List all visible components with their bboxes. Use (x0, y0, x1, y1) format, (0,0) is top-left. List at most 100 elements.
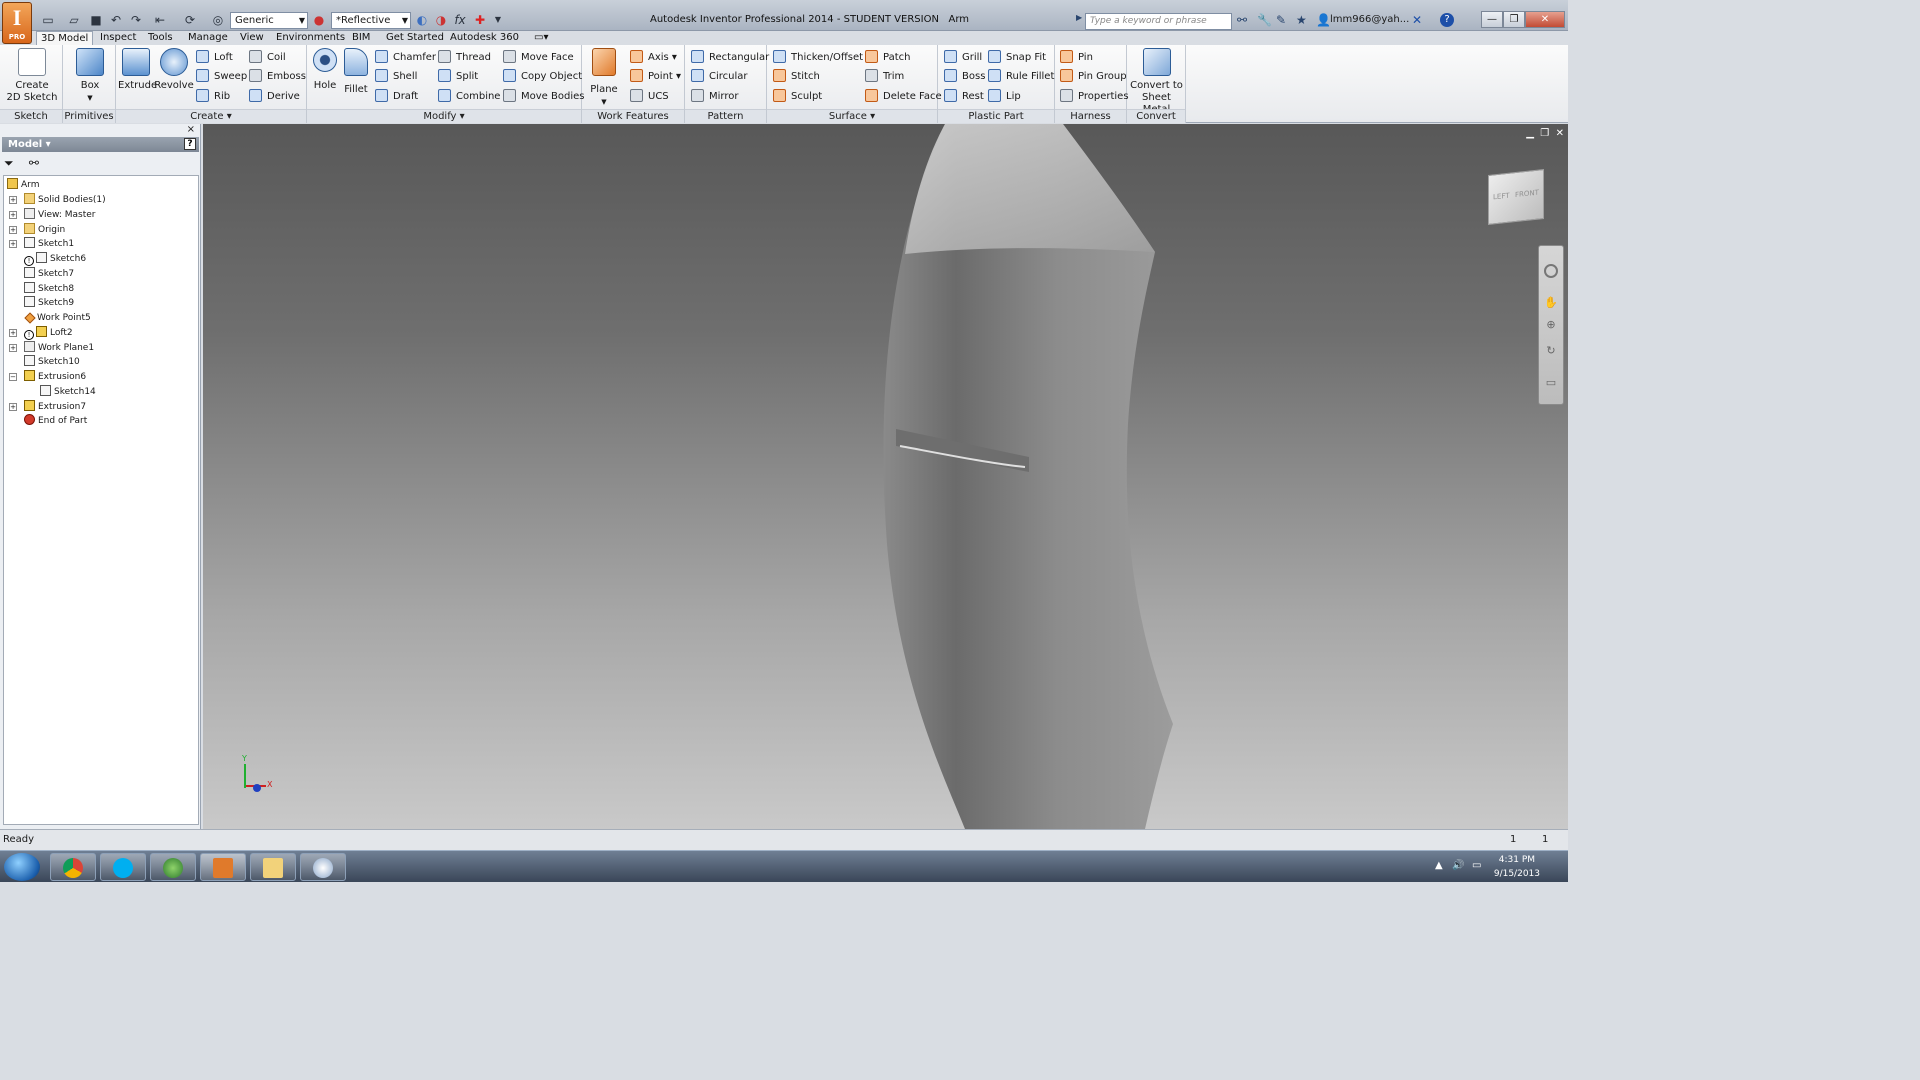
update-icon[interactable]: ⟳ (182, 12, 198, 28)
lip-button[interactable]: Lip (988, 88, 1021, 105)
user-icon[interactable]: 👤 (1316, 13, 1331, 27)
network-icon[interactable]: ▭ (1472, 860, 1481, 871)
filter-icon[interactable]: ⏷ (4, 156, 14, 170)
tab-bim[interactable]: BIM (348, 31, 374, 45)
panel-title-surface[interactable]: Surface ▾ (767, 109, 937, 123)
orbit-icon[interactable]: ↻ (1544, 344, 1558, 358)
tray-expand-icon[interactable]: ▲ (1435, 860, 1443, 871)
tree-node-sketch8[interactable]: Sketch8 (24, 282, 74, 296)
emboss-button[interactable]: Emboss (249, 68, 306, 85)
expand-icon[interactable]: + (9, 329, 17, 337)
taskbar-chrome[interactable] (50, 853, 96, 881)
tree-node-sketch6[interactable]: ! Sketch6 (24, 252, 86, 266)
taskbar-explorer[interactable] (250, 853, 296, 881)
taskbar-inventor[interactable] (200, 853, 246, 881)
rule-fillet-button[interactable]: Rule Fillet (988, 68, 1054, 85)
appearance-combo[interactable]: *Reflective ▼ (331, 12, 411, 29)
expand-search-icon[interactable]: ▶ (1076, 13, 1082, 22)
create-2d-sketch-button[interactable]: Create 2D Sketch (6, 48, 58, 104)
sculpt-button[interactable]: Sculpt (773, 88, 822, 105)
new-file-icon[interactable]: ▭ (40, 12, 56, 28)
return-icon[interactable]: ⇤ (152, 12, 168, 28)
restore-button[interactable]: ❐ (1503, 11, 1525, 28)
tab-manage[interactable]: Manage (184, 31, 232, 45)
plane-button[interactable]: Plane ▼ (588, 48, 620, 108)
panel-title-modify[interactable]: Modify ▾ (307, 109, 581, 123)
loft-button[interactable]: Loft (196, 49, 233, 66)
thread-button[interactable]: Thread (438, 49, 491, 66)
circular-pattern-button[interactable]: Circular (691, 68, 748, 85)
graphics-viewport[interactable]: ▁ ❐ ✕ LEFT FRONT ✋ ⊕ ↻ ▭ Y X (203, 124, 1568, 829)
adjust-icon[interactable]: ◐ (414, 12, 430, 28)
shell-button[interactable]: Shell (375, 68, 417, 85)
point-button[interactable]: Point ▾ (630, 68, 681, 85)
zoom-icon[interactable]: ⊕ (1544, 318, 1558, 332)
subscription-icon[interactable]: 🔧 (1257, 13, 1272, 27)
chamfer-button[interactable]: Chamfer (375, 49, 436, 66)
fillet-button[interactable]: Fillet (341, 48, 371, 96)
tree-node-end-of-part[interactable]: End of Part (24, 414, 87, 428)
tab-view[interactable]: View (236, 31, 268, 45)
move-face-button[interactable]: Move Face (503, 49, 574, 66)
convert-to-sheet-metal-button[interactable]: Convert to Sheet Metal (1129, 48, 1184, 116)
ucs-button[interactable]: UCS (630, 88, 669, 105)
boss-button[interactable]: Boss (944, 68, 985, 85)
rectangular-pattern-button[interactable]: Rectangular (691, 49, 769, 66)
user-account[interactable]: lmm966@yah... (1330, 14, 1409, 25)
favorites-star-icon[interactable]: ★ (1296, 13, 1307, 27)
taskbar-skype[interactable] (100, 853, 146, 881)
viewcube-front-face[interactable]: FRONT (1515, 189, 1539, 200)
model-canvas[interactable] (203, 124, 1568, 829)
taskbar-paint[interactable] (300, 853, 346, 881)
hole-button[interactable]: Hole (310, 48, 340, 92)
thicken-offset-button[interactable]: Thicken/Offset (773, 49, 863, 66)
stitch-button[interactable]: Stitch (773, 68, 820, 85)
measure-icon[interactable]: ✚ (472, 12, 488, 28)
color-ball-icon[interactable]: ● (311, 12, 327, 28)
steering-wheel-icon[interactable] (1544, 264, 1558, 278)
expand-icon[interactable]: + (9, 344, 17, 352)
snap-fit-button[interactable]: Snap Fit (988, 49, 1046, 66)
tree-node-arm[interactable]: Arm (7, 178, 39, 192)
save-icon[interactable]: ■ (88, 12, 104, 28)
derive-button[interactable]: Derive (249, 88, 300, 105)
tab-get-started[interactable]: Get Started (382, 31, 448, 45)
exchange-icon[interactable]: ✕ (1412, 13, 1422, 27)
viewcube[interactable]: LEFT FRONT (1488, 169, 1544, 225)
browser-close-icon[interactable]: × (187, 124, 195, 135)
application-menu-button[interactable]: I PRO (2, 2, 32, 44)
grill-button[interactable]: Grill (944, 49, 982, 66)
find-binoculars-icon[interactable]: ⚯ (29, 156, 39, 170)
system-clock[interactable]: 4:31 PM 9/15/2013 (1494, 853, 1540, 881)
binoculars-icon[interactable]: ⚯ (1237, 13, 1247, 27)
expand-icon[interactable]: + (9, 240, 17, 248)
taskbar-app3[interactable] (150, 853, 196, 881)
viewcube-left-face[interactable]: LEFT (1493, 192, 1510, 202)
pan-hand-icon[interactable]: ✋ (1544, 296, 1558, 310)
open-icon[interactable]: ▱ (66, 12, 82, 28)
tree-node-origin[interactable]: + Origin (9, 223, 65, 237)
box-button[interactable]: Box ▼ (73, 48, 107, 104)
browser-help-icon[interactable]: ? (184, 138, 196, 150)
parameters-icon[interactable]: fx (452, 12, 468, 28)
tree-node-sketch9[interactable]: Sketch9 (24, 296, 74, 310)
trim-button[interactable]: Trim (865, 68, 904, 85)
clear-appearance-icon[interactable]: ◑ (433, 12, 449, 28)
rest-button[interactable]: Rest (944, 88, 984, 105)
close-button[interactable]: ✕ (1525, 11, 1565, 28)
patch-button[interactable]: Patch (865, 49, 910, 66)
browser-header[interactable]: Model ▾ ? (2, 137, 199, 152)
communication-icon[interactable]: ✎ (1276, 13, 1286, 27)
customize-qat-icon[interactable]: ▼ (490, 12, 506, 28)
look-at-icon[interactable]: ▭ (1544, 376, 1558, 390)
expand-icon[interactable]: + (9, 211, 17, 219)
start-button[interactable] (4, 853, 40, 881)
minimize-button[interactable]: — (1481, 11, 1503, 28)
tab-autodesk-360[interactable]: Autodesk 360 (446, 31, 523, 45)
tree-node-work-point5[interactable]: Work Point5 (24, 311, 91, 325)
ribbon-display-options-icon[interactable]: ▭▾ (530, 31, 552, 45)
rib-button[interactable]: Rib (196, 88, 230, 105)
axis-button[interactable]: Axis ▾ (630, 49, 677, 66)
extrude-button[interactable]: Extrude (118, 48, 157, 92)
redo-icon[interactable]: ↷ (128, 12, 144, 28)
